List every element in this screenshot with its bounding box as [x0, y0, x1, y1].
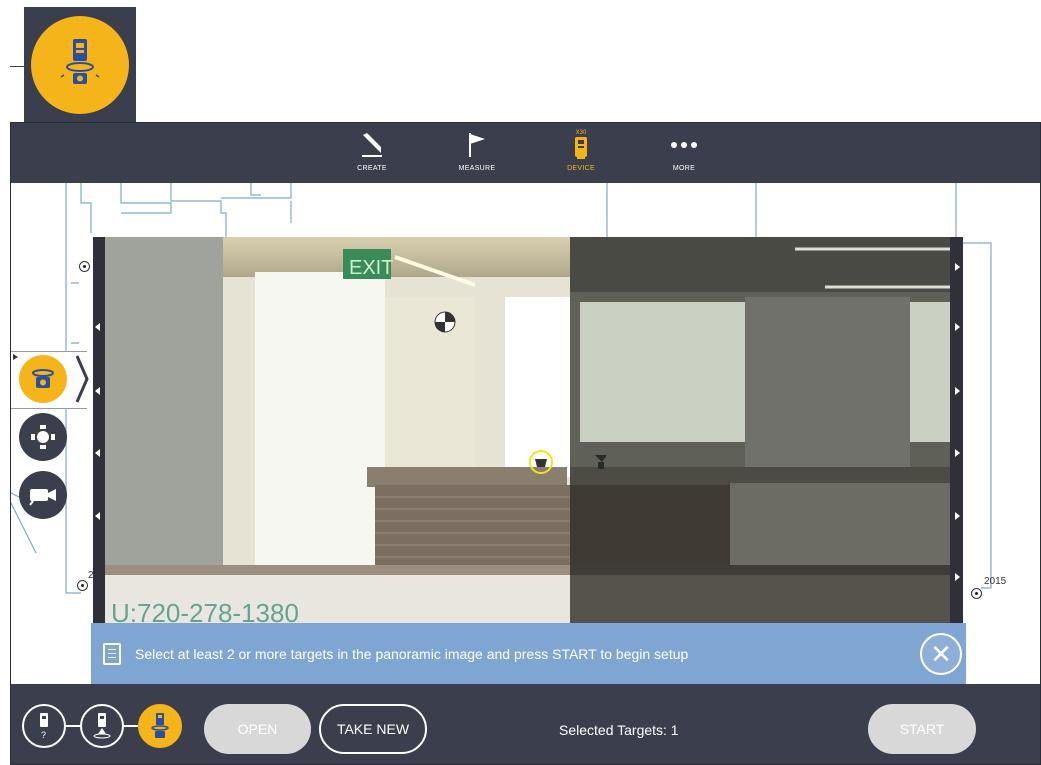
scroll-left-marker [95, 323, 100, 331]
nav-label: MEASURE [458, 165, 496, 172]
app-device-tile[interactable] [24, 7, 136, 122]
plan-target-marker[interactable] [79, 261, 90, 272]
panoramic-image[interactable]: EXIT U:720-278-1380 [93, 237, 963, 625]
plan-target-marker[interactable] [971, 588, 982, 599]
device-camera-icon [31, 16, 129, 114]
device-unknown-icon: ? [40, 713, 48, 740]
document-icon [103, 642, 121, 665]
nav-label: MORE [672, 165, 696, 172]
scroll-right-marker [955, 263, 960, 271]
scroll-right-marker [955, 387, 960, 395]
start-button[interactable]: START [868, 704, 976, 754]
scroll-left-marker [95, 387, 100, 395]
camera-mode-button[interactable] [19, 355, 67, 403]
svg-text:?: ? [41, 730, 46, 740]
scroll-right-marker [955, 449, 960, 457]
step-connector [66, 725, 80, 727]
scroll-left-marker [95, 449, 100, 457]
divider [10, 66, 24, 67]
app-window: CREATE MEASURE X30 DEVICE MORE EXIT U:72… [10, 122, 1041, 765]
bottom-action-bar: ? OPEN TAKE NEW Selected Targets: 1 STAR… [11, 684, 1040, 764]
scroll-right-marker [955, 512, 960, 520]
indicator-icon [13, 354, 18, 360]
panorama-photo[interactable]: EXIT U:720-278-1380 [105, 237, 950, 625]
device-level-icon [93, 713, 111, 739]
selected-targets-count: Selected Targets: 1 [559, 722, 679, 738]
close-banner-button[interactable]: ✕ [920, 633, 962, 675]
svg-text:U:720-278-1380: U:720-278-1380 [111, 598, 299, 625]
step-unknown-device[interactable]: ? [22, 704, 66, 748]
instruction-banner: Select at least 2 or more targets in the… [91, 623, 966, 684]
step-connector [124, 725, 138, 727]
scanner-device-icon: X30 [551, 129, 611, 161]
nav-label: DEVICE [567, 165, 595, 172]
chevron-right-icon[interactable] [75, 354, 89, 404]
video-mode-button[interactable] [19, 471, 67, 519]
pencil-icon [342, 129, 402, 161]
instruction-message: Select at least 2 or more targets in the… [135, 645, 689, 662]
scroll-left-marker [95, 512, 100, 520]
nav-measure[interactable]: MEASURE [447, 129, 507, 179]
close-icon: ✕ [930, 638, 952, 669]
plan-target-marker[interactable] [77, 580, 88, 591]
video-camera-icon [29, 489, 56, 506]
open-button[interactable]: OPEN [204, 704, 311, 754]
nav-create[interactable]: CREATE [342, 129, 402, 179]
target-level-icon [31, 425, 55, 449]
flag-icon [447, 129, 507, 161]
svg-text:EXIT: EXIT [349, 257, 393, 279]
top-nav-bar: CREATE MEASURE X30 DEVICE MORE [11, 123, 1040, 183]
step-camera-device[interactable] [138, 704, 182, 748]
nav-device[interactable]: X30 DEVICE [551, 129, 611, 179]
device-camera-icon [32, 369, 54, 388]
plan-label: 2015 [984, 576, 1007, 587]
plan-label: 2 [88, 570, 94, 581]
more-dots-icon [654, 129, 714, 161]
scroll-right-marker [955, 323, 960, 331]
level-mode-button[interactable] [19, 413, 67, 461]
nav-label: CREATE [357, 165, 387, 172]
scroll-right-marker [955, 573, 960, 581]
device-camera-icon [151, 713, 169, 738]
take-new-button[interactable]: TAKE NEW [319, 704, 427, 754]
nav-more[interactable]: MORE [654, 129, 714, 179]
step-level-device[interactable] [80, 704, 124, 748]
